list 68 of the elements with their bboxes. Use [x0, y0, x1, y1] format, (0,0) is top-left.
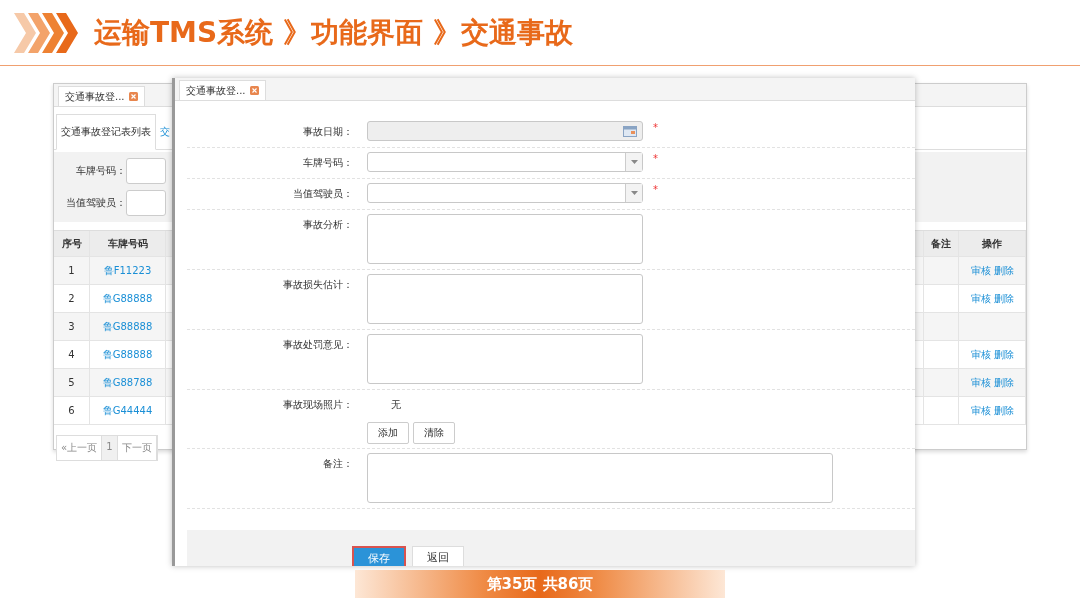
field-label: 事故现场照片： [282, 398, 354, 412]
table-cell: 6 [54, 397, 90, 424]
date-field[interactable] [367, 121, 643, 141]
pager-button[interactable]: 下一页 [117, 436, 157, 460]
plate-link[interactable]: 鲁G88888 [102, 347, 153, 362]
chevrons-icon [14, 12, 78, 53]
action-link[interactable]: 删除 [993, 291, 1014, 306]
plate-link[interactable]: 鲁G88888 [102, 319, 153, 334]
column-header: 操作 [959, 231, 1026, 256]
required-mark: * [653, 121, 658, 135]
table-cell: 4 [54, 341, 90, 368]
column-header: 车牌号码 [90, 231, 166, 256]
photo-button[interactable]: 添加 [367, 422, 409, 444]
column-header: 序号 [54, 231, 90, 256]
page-indicator: 第35页 共86页 [355, 570, 725, 598]
column-header: 备注 [924, 231, 959, 256]
required-mark: * [653, 183, 658, 197]
field-label: 事故损失估计： [282, 278, 354, 292]
plate-link[interactable]: 鲁F11223 [103, 263, 152, 278]
form-button[interactable]: 返回 [412, 546, 464, 566]
field-label: 车牌号码： [302, 156, 354, 170]
calendar-icon[interactable] [623, 125, 637, 137]
field-label: 事故日期： [302, 125, 354, 139]
action-link[interactable]: 审核 [970, 263, 991, 278]
field-label: 车牌号码： [75, 164, 126, 178]
dropdown-arrow-icon[interactable] [630, 191, 638, 195]
action-link[interactable]: 删除 [993, 403, 1014, 418]
list-tab[interactable]: 交通事故登记表列表 [56, 114, 156, 150]
plate-link[interactable]: 鲁G88888 [102, 291, 153, 306]
input-field[interactable] [126, 190, 166, 216]
close-icon[interactable] [249, 86, 259, 95]
slide-title: 运输TMS系统 》功能界面 》交通事故 [94, 14, 573, 51]
text-area[interactable] [367, 274, 643, 324]
field-label: 事故处罚意见： [282, 338, 354, 352]
action-link[interactable]: 删除 [993, 347, 1014, 362]
table-cell: 1 [54, 257, 90, 284]
window-tab[interactable]: 交通事故登... [58, 86, 145, 106]
pager-button[interactable]: 1 [102, 436, 118, 460]
action-link[interactable]: 审核 [970, 375, 991, 390]
plate-link[interactable]: 鲁G44444 [102, 403, 153, 418]
table-cell: 2 [54, 285, 90, 312]
action-link[interactable]: 审核 [970, 403, 991, 418]
dropdown-field[interactable] [367, 183, 643, 203]
dropdown-field[interactable] [367, 152, 643, 172]
field-label: 事故分析： [302, 218, 354, 232]
action-link[interactable]: 删除 [993, 263, 1014, 278]
text-area[interactable] [367, 334, 643, 384]
table-cell: 3 [54, 313, 90, 340]
list-tab[interactable]: 交 [156, 115, 174, 149]
plate-link[interactable]: 鲁G88788 [102, 375, 153, 390]
input-field[interactable] [126, 158, 166, 184]
action-link[interactable]: 审核 [970, 347, 991, 362]
close-icon[interactable] [128, 92, 138, 101]
photo-value: 无 [391, 398, 402, 412]
action-link[interactable]: 审核 [970, 291, 991, 306]
action-link[interactable]: 删除 [993, 375, 1014, 390]
dropdown-arrow-icon[interactable] [630, 160, 638, 164]
pager-button[interactable]: «上一页 [57, 436, 103, 460]
field-label: 备注： [322, 457, 354, 471]
text-area[interactable] [367, 214, 643, 264]
field-label: 当值驾驶员： [292, 187, 354, 201]
form-button[interactable]: 保存 [352, 546, 406, 566]
table-cell: 5 [54, 369, 90, 396]
window-tab[interactable]: 交通事故登... [179, 80, 266, 100]
photo-button[interactable]: 清除 [413, 422, 455, 444]
required-mark: * [653, 152, 658, 166]
text-area[interactable] [367, 453, 833, 503]
field-label: 当值驾驶员： [65, 196, 126, 210]
